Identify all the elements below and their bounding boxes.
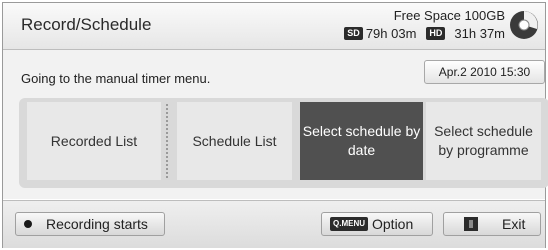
footer-bar: Recording starts Q.MENU Option Exit <box>3 200 545 248</box>
recording-starts-button[interactable]: Recording starts <box>15 212 165 236</box>
exit-label: Exit <box>502 216 526 232</box>
free-space-label: Free Space 100GB <box>393 8 505 23</box>
status-message: Going to the manual timer menu. <box>21 71 211 86</box>
option-button[interactable]: Q.MENU Option <box>321 212 433 236</box>
exit-icon <box>464 217 478 231</box>
qmenu-key-icon: Q.MENU <box>330 217 368 231</box>
sd-time: 79h 03m <box>365 26 417 41</box>
hd-badge-icon: HD <box>426 27 446 40</box>
select-schedule-by-programme-button[interactable]: Select schedule by programme <box>426 102 541 180</box>
remaining-time-row: SD 79h 03m HD 31h 37m <box>344 26 505 41</box>
record-dot-icon <box>24 220 32 228</box>
select-schedule-by-date-button[interactable]: Select schedule by date <box>300 102 423 180</box>
recording-starts-label: Recording starts <box>46 216 148 232</box>
sd-badge-icon: SD <box>344 27 363 40</box>
menu-bar: Recorded List Schedule List Select sched… <box>19 98 548 188</box>
recorded-list-button[interactable]: Recorded List <box>27 102 161 180</box>
record-schedule-panel: Record/Schedule Free Space 100GB SD 79h … <box>2 2 548 248</box>
hd-time: 31h 37m <box>454 26 505 41</box>
current-date: Apr.2 2010 15:30 <box>424 60 545 84</box>
header: Record/Schedule Free Space 100GB SD 79h … <box>3 3 545 50</box>
page-title: Record/Schedule <box>21 15 152 34</box>
schedule-list-button[interactable]: Schedule List <box>177 102 292 180</box>
option-label: Option <box>372 216 414 232</box>
exit-button[interactable]: Exit <box>443 212 541 236</box>
disc-usage-icon <box>510 11 538 39</box>
menu-divider <box>166 104 168 178</box>
